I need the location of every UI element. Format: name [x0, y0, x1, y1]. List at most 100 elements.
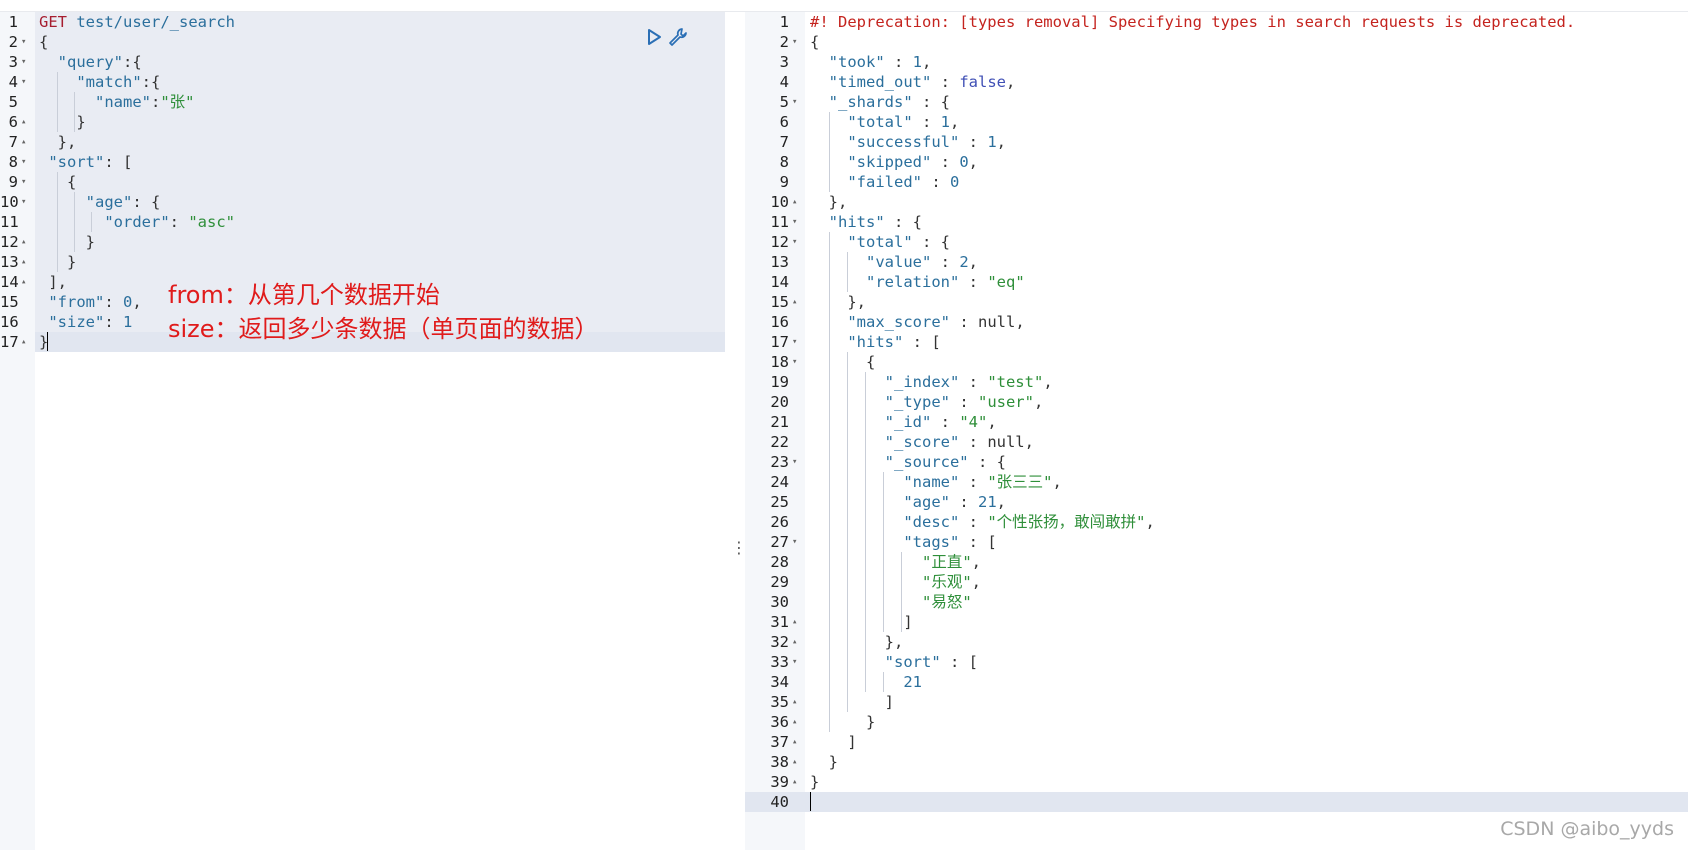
code-line[interactable]: 35 ▴ ] [745, 692, 1688, 712]
code-line[interactable]: 8 "skipped" : 0, [745, 152, 1688, 172]
line-number: 17 [770, 333, 789, 351]
code-line[interactable]: 26 "desc" : "个性张扬，敢闯敢拼", [745, 512, 1688, 532]
fold-collapse-icon[interactable]: ▾ [792, 332, 797, 352]
fold-collapse-icon[interactable]: ▾ [792, 32, 797, 52]
code-line[interactable]: 12 ▾ "total" : { [745, 232, 1688, 252]
code-line[interactable]: 10 ▴ }, [745, 192, 1688, 212]
fold-collapse-icon[interactable]: ▾ [792, 652, 797, 672]
code-line[interactable]: 20 "_type" : "user", [745, 392, 1688, 412]
code-line[interactable]: 22 "_score" : null, [745, 432, 1688, 452]
fold-expand-icon[interactable]: ▴ [792, 692, 797, 712]
fold-collapse-icon[interactable]: ▾ [21, 32, 26, 52]
code-token: "total" [847, 113, 913, 131]
code-line[interactable]: 13 "value" : 2, [745, 252, 1688, 272]
fold-expand-icon[interactable]: ▴ [792, 772, 797, 792]
code-line[interactable]: 38 ▴ } [745, 752, 1688, 772]
fold-expand-icon[interactable]: ▴ [792, 752, 797, 772]
code-line[interactable]: 3 ▾ "query":{ [0, 52, 725, 72]
fold-expand-icon[interactable]: ▴ [21, 132, 26, 152]
fold-expand-icon[interactable]: ▴ [792, 612, 797, 632]
fold-collapse-icon[interactable]: ▾ [792, 92, 797, 112]
wrench-icon[interactable] [667, 26, 689, 48]
request-editor[interactable]: 1 GET test/user/_search 2 ▾{3 ▾ "query":{4 ▾ … [0, 12, 725, 850]
fold-collapse-icon[interactable]: ▾ [792, 212, 797, 232]
play-icon[interactable] [643, 26, 665, 48]
code-line[interactable]: 6 "total" : 1, [745, 112, 1688, 132]
code-line[interactable]: 40 [745, 792, 1688, 812]
fold-collapse-icon[interactable]: ▾ [21, 172, 26, 192]
code-line[interactable]: 32 ▴ }, [745, 632, 1688, 652]
fold-expand-icon[interactable]: ▴ [21, 252, 26, 272]
code-line[interactable]: 30 "易怒" [745, 592, 1688, 612]
code-line[interactable]: 37 ▴ ] [745, 732, 1688, 752]
code-line[interactable]: 11 ▾ "hits" : { [745, 212, 1688, 232]
line-number: 18 [770, 353, 789, 371]
fold-collapse-icon[interactable]: ▾ [21, 192, 26, 212]
code-line[interactable]: 3 "took" : 1, [745, 52, 1688, 72]
fold-expand-icon[interactable]: ▴ [792, 192, 797, 212]
code-line[interactable]: 17 ▾ "hits" : [ [745, 332, 1688, 352]
code-line[interactable]: 8 ▾ "sort": [ [0, 152, 725, 172]
code-line[interactable]: 9 "failed" : 0 [745, 172, 1688, 192]
code-line[interactable]: 7 ▴ }, [0, 132, 725, 152]
code-line[interactable]: 16 "max_score" : null, [745, 312, 1688, 332]
code-line[interactable]: 36 ▴ } [745, 712, 1688, 732]
code-line[interactable]: 24 "name" : "张三三", [745, 472, 1688, 492]
code-text: "max_score" : null, [810, 312, 1025, 332]
code-line[interactable]: 27 ▾ "tags" : [ [745, 532, 1688, 552]
code-line[interactable]: 19 "_index" : "test", [745, 372, 1688, 392]
code-line[interactable]: 33 ▾ "sort" : [ [745, 652, 1688, 672]
fold-expand-icon[interactable]: ▴ [21, 232, 26, 252]
code-line[interactable]: 25 "age" : 21, [745, 492, 1688, 512]
fold-collapse-icon[interactable]: ▾ [792, 232, 797, 252]
fold-collapse-icon[interactable]: ▾ [792, 452, 797, 472]
code-line[interactable]: 12 ▴ } [0, 232, 725, 252]
code-line[interactable]: 5 "name":"张" [0, 92, 725, 112]
response-viewer[interactable]: 1 #! Deprecation: [types removal] Specify… [745, 12, 1688, 850]
code-line[interactable]: 2 ▾ { [0, 32, 725, 52]
code-line[interactable]: 21 "_id" : "4", [745, 412, 1688, 432]
code-line[interactable]: 11 "order": "asc" [0, 212, 725, 232]
line-number: 1 [779, 13, 789, 31]
code-line[interactable]: 5 ▾ "_shards" : { [745, 92, 1688, 112]
code-line[interactable]: 9 ▾ { [0, 172, 725, 192]
code-line[interactable]: 1 GET test/user/_search [0, 12, 725, 32]
code-line[interactable]: 14 "relation" : "eq" [745, 272, 1688, 292]
fold-expand-icon[interactable]: ▴ [792, 732, 797, 752]
code-line[interactable]: 7 "successful" : 1, [745, 132, 1688, 152]
fold-expand-icon[interactable]: ▴ [21, 112, 26, 132]
fold-expand-icon[interactable]: ▴ [21, 272, 26, 292]
code-token: , [1015, 313, 1025, 331]
code-line[interactable]: 4 "timed_out" : false, [745, 72, 1688, 92]
fold-collapse-icon[interactable]: ▾ [792, 532, 797, 552]
fold-collapse-icon[interactable]: ▾ [21, 52, 26, 72]
code-line[interactable]: 4 ▾ "match":{ [0, 72, 725, 92]
code-line[interactable]: 23 ▾ "_source" : { [745, 452, 1688, 472]
fold-expand-icon[interactable]: ▴ [792, 292, 797, 312]
code-line[interactable]: 18 ▾ { [745, 352, 1688, 372]
fold-expand-icon[interactable]: ▴ [792, 712, 797, 732]
code-line[interactable]: 28 "正直", [745, 552, 1688, 572]
code-line[interactable]: 6 ▴ } [0, 112, 725, 132]
code-line[interactable]: 10 ▾ "age": { [0, 192, 725, 212]
code-token: "_shards" [828, 93, 913, 111]
code-line[interactable]: 29 "乐观", [745, 572, 1688, 592]
code-line[interactable]: 31 ▴ ] [745, 612, 1688, 632]
code-line[interactable]: 15 ▴ }, [745, 292, 1688, 312]
code-line[interactable]: 34 21 [745, 672, 1688, 692]
pane-resizer[interactable] [725, 12, 745, 850]
code-line[interactable]: 2 ▾ { [745, 32, 1688, 52]
code-text: "_score" : null, [810, 432, 1034, 452]
fold-collapse-icon[interactable]: ▾ [21, 152, 26, 172]
code-line[interactable]: 39 ▴} [745, 772, 1688, 792]
code-line[interactable]: 13 ▴ } [0, 252, 725, 272]
fold-collapse-icon[interactable]: ▾ [792, 352, 797, 372]
fold-collapse-icon[interactable]: ▾ [21, 72, 26, 92]
code-line[interactable]: 1 #! Deprecation: [types removal] Specify… [745, 12, 1688, 32]
fold-expand-icon[interactable]: ▴ [21, 332, 26, 352]
line-number: 12 [0, 233, 19, 251]
fold-expand-icon[interactable]: ▴ [792, 632, 797, 652]
